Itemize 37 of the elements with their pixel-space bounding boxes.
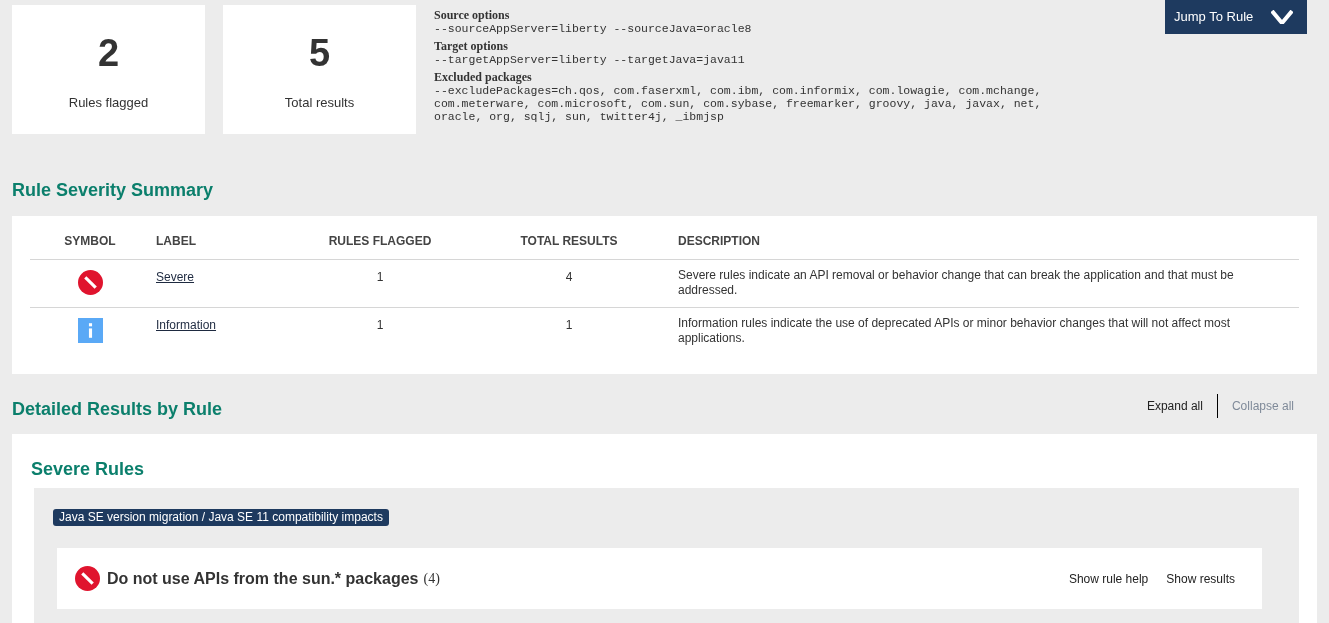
column-header: SYMBOL bbox=[64, 234, 116, 248]
rule-action-link[interactable]: Show results bbox=[1166, 569, 1235, 588]
severity-link[interactable]: Information bbox=[156, 317, 217, 332]
option-value: --sourceAppServer=liberty --sourceJava=oracle8 bbox=[434, 22, 753, 35]
option-heading: Source options bbox=[434, 9, 511, 22]
column-header: TOTAL RESULTS bbox=[520, 234, 618, 248]
option-heading: Target options bbox=[434, 40, 509, 53]
severity-link[interactable]: Severe bbox=[156, 269, 195, 284]
jump-to-rule-button[interactable]: Jump To Rule bbox=[1165, 0, 1307, 34]
option-heading: Excluded packages bbox=[434, 71, 533, 84]
chevron-down-icon bbox=[1271, 10, 1293, 24]
table-cell: 1 bbox=[565, 317, 573, 332]
table-cell: 4 bbox=[565, 269, 573, 284]
result-count: (4) bbox=[423, 570, 440, 588]
no-entry-icon bbox=[75, 566, 100, 591]
section-title: Rule Severity Summary bbox=[12, 179, 215, 201]
toggle-link[interactable]: Expand all bbox=[1146, 397, 1203, 415]
severity-description: Severe rules indicate an API removal or behavior change that can break the application and that must be addressed. bbox=[678, 267, 1234, 297]
column-header: LABEL bbox=[156, 234, 196, 248]
subsection-title: Severe Rules bbox=[31, 458, 146, 480]
rule-action-link[interactable]: Show rule help bbox=[1068, 569, 1149, 588]
column-header: DESCRIPTION bbox=[678, 234, 760, 248]
section-title: Detailed Results by Rule bbox=[12, 398, 223, 421]
stat-label: Rules flagged bbox=[68, 94, 149, 112]
option-value: --targetAppServer=liberty --targetJava=java11 bbox=[434, 53, 746, 66]
stat-value: 2 bbox=[97, 31, 120, 76]
stat-label: Total results bbox=[284, 94, 355, 112]
no-entry-icon bbox=[77, 269, 103, 295]
info-icon bbox=[77, 317, 103, 343]
severity-description: Information rules indicate the use of deprecated APIs or minor behavior changes that will not affect most applications. bbox=[678, 315, 1231, 345]
category-tag: Java SE version migration / Java SE 11 compatibility impacts bbox=[53, 509, 389, 526]
column-header: RULES FLAGGED bbox=[328, 234, 432, 248]
table-cell: 1 bbox=[376, 317, 384, 332]
stat-value: 5 bbox=[308, 31, 331, 76]
option-value: --excludePackages=ch.qos, com.faserxml, com.ibm, com.informix, com.lowagie, com.mchange, com.meterware, com.microsoft, com.sun, com.sybase, freemarker, groovy, java, javax, net, oracle, org, sqlj, sun, twitter4j, _ibmjsp bbox=[434, 84, 1043, 123]
table-cell: 1 bbox=[376, 269, 384, 284]
rule-title: Do not use APIs from the sun.* packages bbox=[107, 568, 419, 589]
